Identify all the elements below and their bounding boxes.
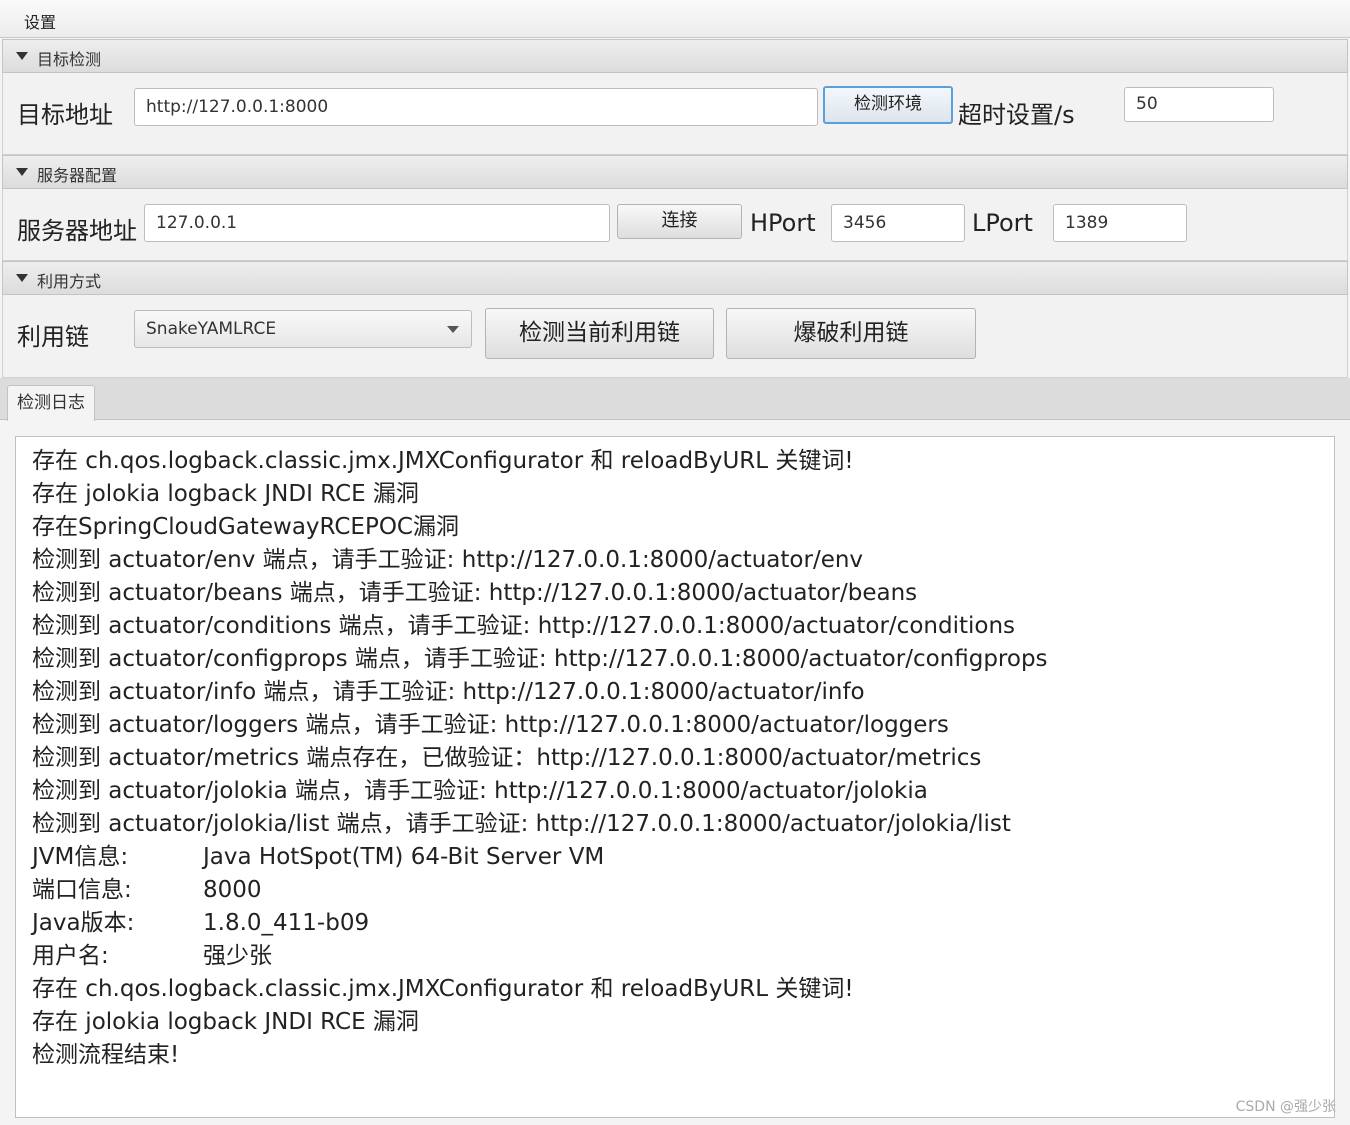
section-title-exploit: 利用方式	[37, 272, 102, 291]
section-body-exploit: 利用链 SnakeYAMLRCE 检测当前利用链 爆破利用链	[2, 295, 1348, 378]
info-key: 端口信息:	[32, 877, 132, 903]
log-line: 检测流程结束!	[32, 1042, 180, 1068]
info-line: 端口信息: 8000	[32, 874, 1048, 907]
menu-settings[interactable]: 设置	[24, 9, 56, 33]
tab-bar: 检测日志	[0, 378, 1350, 421]
collapse-arrow-icon[interactable]	[16, 168, 28, 176]
chain-select-value: SnakeYAMLRCE	[146, 319, 277, 339]
log-line: 存在 ch.qos.logback.classic.jmx.JMXConfigu…	[32, 448, 854, 474]
info-line: 用户名: 强少张	[32, 940, 1048, 973]
server-address-input[interactable]: 127.0.0.1	[144, 204, 610, 242]
section-title-target: 目标检测	[37, 50, 102, 69]
info-key: 用户名:	[32, 943, 109, 969]
log-line: 检测到 actuator/conditions 端点，请手工验证: http:/…	[32, 613, 1016, 639]
section-body-server: 服务器地址 127.0.0.1 连接 HPort 3456 LPort 1389	[2, 189, 1348, 261]
collapse-arrow-icon[interactable]	[16, 52, 28, 60]
log-line: 存在 jolokia logback JNDI RCE 漏洞	[32, 481, 419, 507]
log-line: 检测到 actuator/configprops 端点，请手工验证: http:…	[32, 646, 1048, 672]
menu-bar: 设置	[0, 0, 1350, 38]
info-value: 8000	[203, 877, 262, 903]
timeout-label: 超时设置/s	[958, 101, 1075, 129]
log-line: 检测到 actuator/jolokia/list 端点，请手工验证: http…	[32, 811, 1011, 837]
lport-input[interactable]: 1389	[1053, 204, 1187, 242]
info-key: JVM信息:	[32, 844, 129, 870]
log-line: 检测到 actuator/jolokia 端点，请手工验证: http://12…	[32, 778, 928, 804]
detect-chain-button[interactable]: 检测当前利用链	[485, 308, 714, 359]
hport-label: HPort	[750, 209, 816, 237]
lport-label: LPort	[972, 209, 1033, 237]
log-line: 检测到 actuator/env 端点，请手工验证: http://127.0.…	[32, 547, 864, 573]
log-line: 存在 jolokia logback JNDI RCE 漏洞	[32, 1009, 419, 1035]
section-header-server[interactable]: 服务器配置	[2, 155, 1348, 189]
info-value: 1.8.0_411-b09	[203, 910, 370, 936]
section-title-server: 服务器配置	[37, 166, 118, 185]
timeout-input[interactable]: 50	[1124, 87, 1274, 122]
hport-input[interactable]: 3456	[831, 204, 965, 242]
section-header-target[interactable]: 目标检测	[2, 39, 1348, 73]
connect-button[interactable]: 连接	[617, 204, 742, 239]
log-line: 存在 ch.qos.logback.classic.jmx.JMXConfigu…	[32, 976, 854, 1002]
info-value: 强少张	[203, 943, 272, 969]
log-line: 检测到 actuator/beans 端点，请手工验证: http://127.…	[32, 580, 918, 606]
info-line: JVM信息: Java HotSpot(TM) 64-Bit Server VM	[32, 841, 1048, 874]
watermark: CSDN @强少张	[1235, 1099, 1336, 1115]
section-body-target: 目标地址 http://127.0.0.1:8000 检测环境 超时设置/s 5…	[2, 73, 1348, 155]
log-line: 检测到 actuator/loggers 端点，请手工验证: http://12…	[32, 712, 949, 738]
log-line: 检测到 actuator/metrics 端点存在，已做验证：http://12…	[32, 745, 982, 771]
server-address-label: 服务器地址	[17, 217, 137, 245]
log-line: 检测到 actuator/info 端点，请手工验证: http://127.0…	[32, 679, 865, 705]
chain-label: 利用链	[17, 323, 89, 351]
tab-detection-log[interactable]: 检测日志	[7, 385, 95, 421]
info-value: Java HotSpot(TM) 64-Bit Server VM	[203, 844, 605, 870]
detect-environment-button[interactable]: 检测环境	[823, 86, 953, 124]
section-header-exploit[interactable]: 利用方式	[2, 261, 1348, 295]
target-address-input[interactable]: http://127.0.0.1:8000	[134, 88, 818, 126]
target-address-label: 目标地址	[17, 101, 113, 129]
info-line: Java版本: 1.8.0_411-b09	[32, 907, 1048, 940]
log-textarea[interactable]: 存在 ch.qos.logback.classic.jmx.JMXConfigu…	[15, 436, 1335, 1118]
info-key: Java版本:	[32, 910, 135, 936]
log-line: 存在SpringCloudGatewayRCEPOC漏洞	[32, 514, 459, 540]
collapse-arrow-icon[interactable]	[16, 274, 28, 282]
log-lines: 存在 ch.qos.logback.classic.jmx.JMXConfigu…	[32, 445, 1048, 1072]
chain-select[interactable]: SnakeYAMLRCE	[134, 310, 472, 348]
chevron-down-icon	[447, 326, 459, 333]
brute-chain-button[interactable]: 爆破利用链	[726, 308, 976, 359]
